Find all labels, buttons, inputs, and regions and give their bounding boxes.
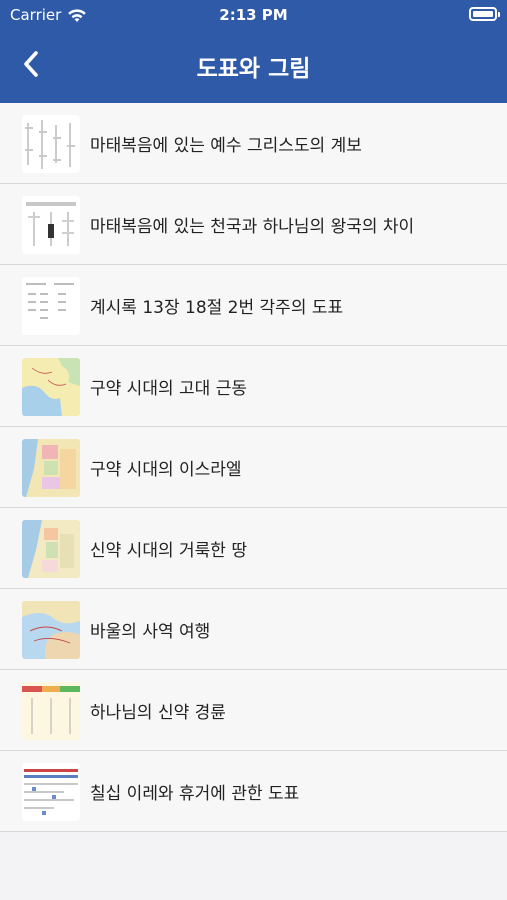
list-item-label: 신약 시대의 거룩한 땅 [90,541,247,561]
list-item-label: 칠십 이레와 휴거에 관한 도표 [90,784,300,804]
genealogy-chart-thumbnail [22,115,80,173]
list-item[interactable]: 계시록 13장 18절 2번 각주의 도표 [0,265,507,346]
list-item-label: 마태복음에 있는 예수 그리스도의 계보 [90,136,362,156]
israel-map-thumbnail [22,439,80,497]
navigation-bar: Carrier 2:13 PM 도표와 그림 [0,0,507,103]
list-item-label: 구약 시대의 이스라엘 [90,460,242,480]
list-item[interactable]: 바울의 사역 여행 [0,589,507,670]
list-item[interactable]: 신약 시대의 거룩한 땅 [0,508,507,589]
economy-chart-thumbnail [22,682,80,740]
status-bar: Carrier 2:13 PM [0,0,507,30]
list-item[interactable]: 마태복음에 있는 예수 그리스도의 계보 [0,103,507,184]
page-title: 도표와 그림 [196,56,311,82]
list-item[interactable]: 구약 시대의 이스라엘 [0,427,507,508]
list-item[interactable]: 마태복음에 있는 천국과 하나님의 왕국의 차이 [0,184,507,265]
list-item[interactable]: 하나님의 신약 경륜 [0,670,507,751]
paul-journeys-map-thumbnail [22,601,80,659]
seventy-weeks-chart-thumbnail [22,763,80,821]
list-item-label: 하나님의 신약 경륜 [90,703,226,723]
battery-icon [469,7,500,21]
holy-land-map-thumbnail [22,520,80,578]
list-item-label: 구약 시대의 고대 근동 [90,379,247,399]
revelation-chart-thumbnail [22,277,80,335]
kingdom-comparison-chart-thumbnail [22,196,80,254]
list-item-label: 마태복음에 있는 천국과 하나님의 왕국의 차이 [90,217,415,237]
near-east-map-thumbnail [22,358,80,416]
status-time: 2:13 PM [219,6,288,24]
list-item[interactable]: 구약 시대의 고대 근동 [0,346,507,427]
list-item[interactable]: 칠십 이레와 휴거에 관한 도표 [0,751,507,832]
list-item-label: 계시록 13장 18절 2번 각주의 도표 [90,298,344,318]
charts-list: 마태복음에 있는 예수 그리스도의 계보 마태복음에 있는 천국과 하나님의 왕… [0,103,507,832]
list-item-label: 바울의 사역 여행 [90,622,211,642]
